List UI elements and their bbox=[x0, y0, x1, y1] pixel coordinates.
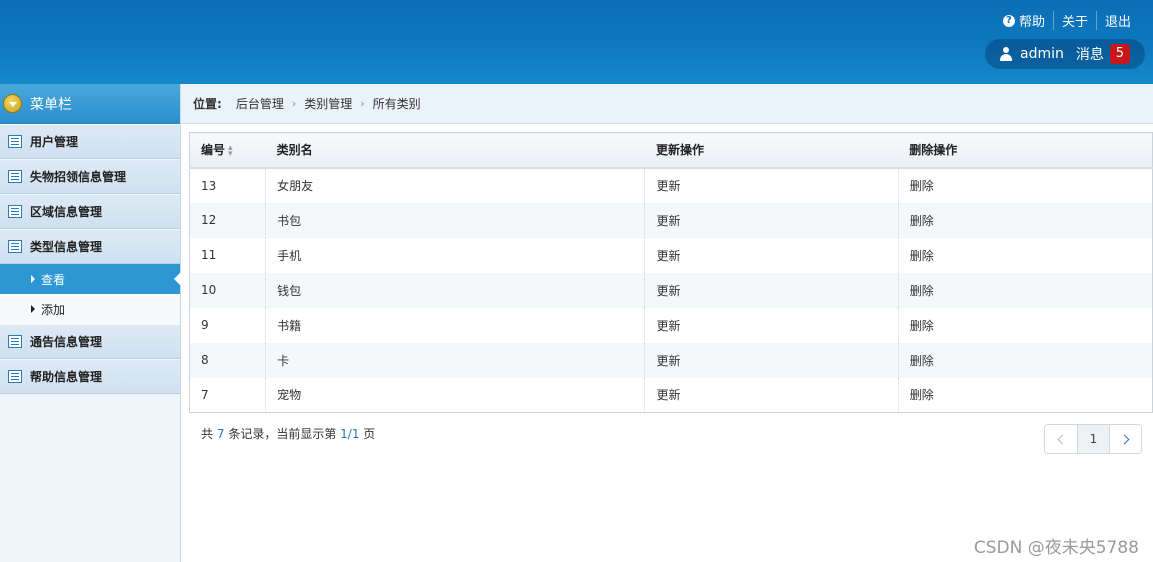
user-icon bbox=[999, 47, 1013, 61]
cell-name: 书籍 bbox=[265, 307, 645, 343]
breadcrumb-item[interactable]: 类别管理 bbox=[304, 95, 352, 112]
table-row: 11 手机 更新 删除 bbox=[189, 237, 1153, 273]
list-icon bbox=[8, 205, 22, 218]
column-header-id[interactable]: 编号 ▴ ▾ bbox=[189, 132, 266, 169]
cell-id: 11 bbox=[189, 237, 266, 273]
watermark: CSDN @夜未央5788 bbox=[973, 538, 1139, 558]
column-header-name: 类别名 bbox=[265, 132, 645, 169]
table-header-row: 编号 ▴ ▾ 类别名 更新操作 删除操作 bbox=[189, 132, 1153, 169]
update-link[interactable]: 更新 bbox=[644, 202, 899, 238]
sidebar-subitem-view[interactable]: 查看 bbox=[0, 264, 181, 294]
total-count: 7 bbox=[216, 427, 225, 441]
table-row: 7 宠物 更新 删除 bbox=[189, 377, 1153, 413]
sidebar-item-region[interactable]: 区域信息管理 bbox=[0, 194, 180, 229]
sidebar: 菜单栏 用户管理 失物招领信息管理 区域信息管理 类型信息管理 查看 添加 通告… bbox=[0, 84, 181, 562]
breadcrumb-item[interactable]: 后台管理 bbox=[236, 95, 284, 112]
list-icon bbox=[8, 170, 22, 183]
table-row: 9 书籍 更新 删除 bbox=[189, 307, 1153, 343]
category-table: 编号 ▴ ▾ 类别名 更新操作 删除操作 13 女朋友 更新 删除 12 书包 更新… bbox=[189, 132, 1153, 413]
chevron-right-icon: › bbox=[360, 97, 365, 110]
cell-id: 8 bbox=[189, 342, 266, 378]
sort-icon: ▴ ▾ bbox=[228, 142, 233, 159]
delete-link[interactable]: 删除 bbox=[897, 342, 1153, 378]
chevron-left-icon bbox=[1057, 434, 1068, 444]
cell-name: 宠物 bbox=[265, 377, 645, 413]
list-icon bbox=[8, 370, 22, 383]
messages-link[interactable]: 消息 bbox=[1076, 44, 1104, 64]
list-icon bbox=[8, 240, 22, 253]
delete-link[interactable]: 删除 bbox=[897, 307, 1153, 343]
delete-link[interactable]: 删除 bbox=[897, 377, 1153, 413]
sidebar-item-notice[interactable]: 通告信息管理 bbox=[0, 324, 180, 359]
sidebar-subitem-add[interactable]: 添加 bbox=[0, 294, 180, 324]
menu-toggle-icon bbox=[3, 94, 22, 113]
cell-name: 钱包 bbox=[265, 272, 645, 308]
prev-page-button[interactable] bbox=[1045, 425, 1077, 453]
logout-link[interactable]: 退出 bbox=[1095, 11, 1139, 30]
top-header: ? 帮助 关于 退出 admin 消息 5 bbox=[0, 0, 1153, 84]
table-row: 12 书包 更新 删除 bbox=[189, 202, 1153, 238]
table-row: 10 钱包 更新 删除 bbox=[189, 272, 1153, 308]
chevron-right-icon bbox=[1119, 434, 1129, 444]
delete-link[interactable]: 删除 bbox=[897, 167, 1153, 203]
cell-id: 10 bbox=[189, 272, 266, 308]
breadcrumb-item: 所有类别 bbox=[372, 97, 421, 111]
delete-link[interactable]: 删除 bbox=[897, 237, 1153, 273]
cell-id: 12 bbox=[189, 202, 266, 238]
cell-id: 13 bbox=[189, 167, 266, 203]
cell-id: 9 bbox=[189, 307, 266, 343]
next-page-button[interactable] bbox=[1109, 425, 1141, 453]
list-icon bbox=[8, 335, 22, 348]
update-link[interactable]: 更新 bbox=[644, 237, 899, 273]
update-link[interactable]: 更新 bbox=[644, 342, 899, 378]
username[interactable]: admin bbox=[1020, 46, 1064, 62]
user-bar: admin 消息 5 bbox=[985, 39, 1145, 69]
sidebar-item-type[interactable]: 类型信息管理 bbox=[0, 229, 180, 264]
cell-name: 女朋友 bbox=[265, 167, 645, 203]
chevron-right-icon: › bbox=[291, 97, 297, 110]
cell-id: 7 bbox=[189, 377, 266, 413]
table-row: 13 女朋友 更新 删除 bbox=[189, 167, 1153, 203]
messages-badge[interactable]: 5 bbox=[1109, 44, 1130, 64]
menu-title[interactable]: 菜单栏 bbox=[0, 84, 180, 124]
update-link[interactable]: 更新 bbox=[644, 167, 899, 203]
cell-name: 卡 bbox=[265, 342, 645, 378]
about-link[interactable]: 关于 bbox=[1052, 11, 1096, 30]
record-summary: 共 7 条记录，当前显示第 1/1 页 bbox=[201, 427, 376, 441]
update-link[interactable]: 更新 bbox=[644, 307, 899, 343]
sidebar-item-help[interactable]: 帮助信息管理 bbox=[0, 359, 180, 394]
cell-name: 书包 bbox=[265, 202, 645, 238]
page-indicator: 1/1 bbox=[340, 427, 360, 441]
column-header-update: 更新操作 bbox=[644, 132, 899, 169]
delete-link[interactable]: 删除 bbox=[897, 272, 1153, 308]
column-header-delete: 删除操作 bbox=[898, 132, 1153, 169]
delete-link[interactable]: 删除 bbox=[897, 202, 1153, 238]
caret-right-icon bbox=[31, 305, 35, 313]
update-link[interactable]: 更新 bbox=[644, 377, 899, 413]
cell-name: 手机 bbox=[265, 237, 645, 273]
page-button-current[interactable]: 1 bbox=[1077, 425, 1109, 453]
table-row: 8 卡 更新 删除 bbox=[189, 342, 1153, 378]
sidebar-item-users[interactable]: 用户管理 bbox=[0, 124, 180, 159]
top-links: ? 帮助 关于 退出 bbox=[995, 11, 1139, 30]
pagination: 1 bbox=[1044, 424, 1142, 454]
update-link[interactable]: 更新 bbox=[644, 272, 899, 308]
breadcrumb-label: 位置: bbox=[193, 97, 222, 111]
sidebar-item-lost-found[interactable]: 失物招领信息管理 bbox=[0, 159, 180, 194]
list-icon bbox=[8, 135, 22, 148]
question-icon: ? bbox=[1002, 14, 1015, 27]
caret-right-icon bbox=[31, 275, 35, 283]
help-link[interactable]: ? 帮助 bbox=[995, 11, 1053, 30]
breadcrumb: 位置: 后台管理 › 类别管理 › 所有类别 bbox=[181, 84, 1153, 124]
